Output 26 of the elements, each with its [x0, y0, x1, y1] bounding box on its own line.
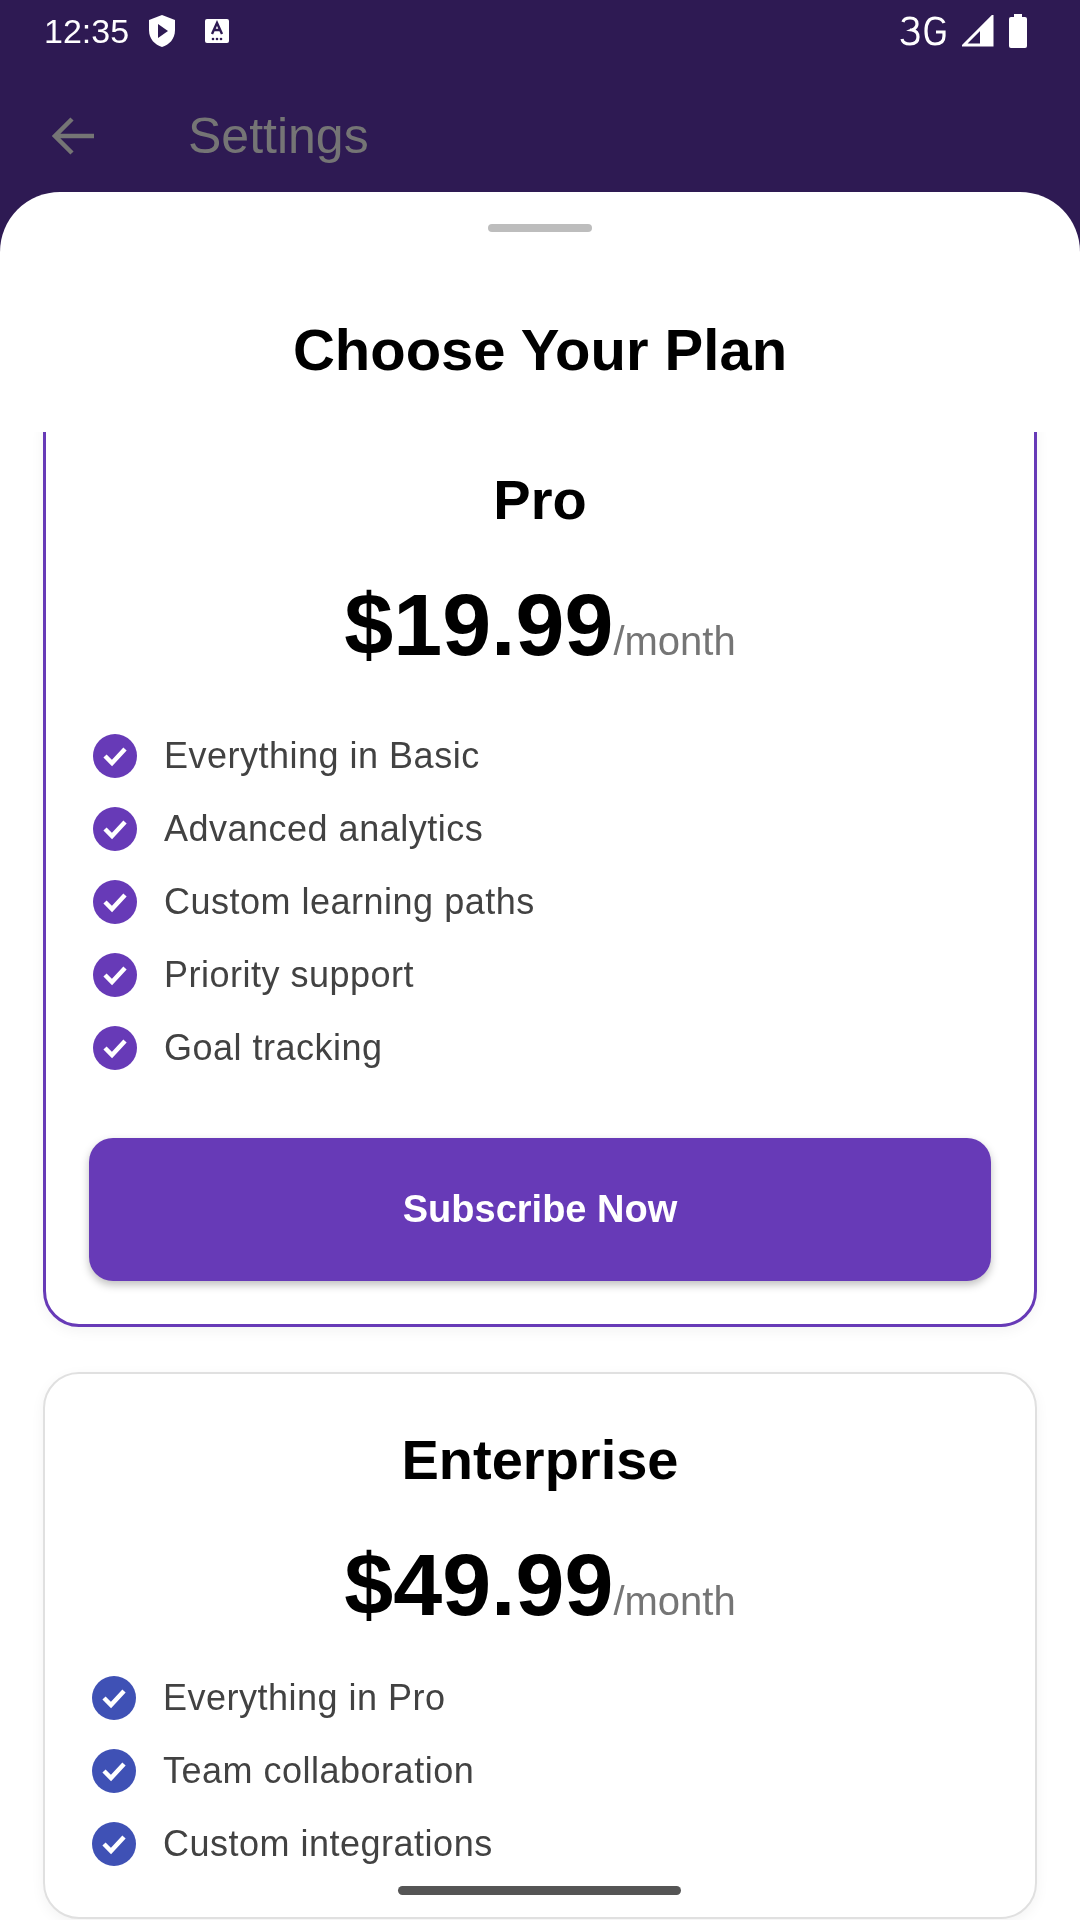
keyboard-icon — [205, 19, 230, 43]
battery-icon — [1008, 14, 1028, 48]
subscribe-button[interactable]: Subscribe Now — [89, 1138, 991, 1281]
plan-price: $49.99 — [344, 1535, 614, 1634]
plan-price: $19.99 — [344, 575, 614, 674]
feature-text: Custom learning paths — [164, 881, 535, 923]
drag-handle[interactable] — [488, 224, 592, 232]
feature-text: Goal tracking — [164, 1027, 383, 1069]
plan-name: Enterprise — [400, 1427, 680, 1493]
sheet-title: Choose Your Plan — [291, 316, 789, 384]
plan-name: Pro — [492, 467, 588, 533]
status-time: 12:35 — [44, 11, 130, 51]
feature-text: Advanced analytics — [164, 808, 484, 850]
back-arrow-icon[interactable] — [52, 116, 96, 156]
gesture-bar[interactable] — [398, 1886, 681, 1895]
shield-icon — [147, 14, 178, 48]
network-3g-icon — [900, 16, 948, 46]
feature-text: Everything in Basic — [164, 735, 480, 777]
price-period: /month — [613, 619, 736, 663]
feature-text: Priority support — [164, 954, 415, 996]
price-period: /month — [613, 1579, 736, 1623]
signal-icon — [962, 15, 994, 47]
feature-text: Custom integrations — [163, 1823, 493, 1865]
feature-text: Everything in Pro — [163, 1677, 446, 1719]
app-bar-title: Settings — [188, 107, 369, 165]
feature-text: Team collaboration — [163, 1750, 475, 1792]
